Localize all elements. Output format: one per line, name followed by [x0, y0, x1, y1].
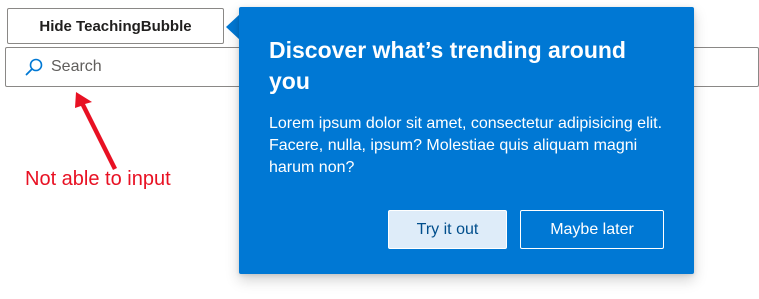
annotation-arrow-icon — [75, 92, 117, 170]
stage: Hide TeachingBubble Not able to input Di… — [0, 0, 759, 299]
teaching-bubble-beak — [226, 14, 240, 40]
maybe-later-label: Maybe later — [550, 220, 634, 238]
maybe-later-button[interactable]: Maybe later — [520, 210, 664, 249]
teaching-bubble-body: Lorem ipsum dolor sit amet, consectetur … — [269, 115, 663, 176]
teaching-bubble: Discover what’s trending around you Lore… — [239, 7, 694, 274]
try-it-out-label: Try it out — [416, 220, 479, 238]
hide-teaching-bubble-button[interactable]: Hide TeachingBubble — [7, 8, 224, 44]
annotation-text: Not able to input — [25, 168, 171, 190]
try-it-out-button[interactable]: Try it out — [388, 210, 507, 249]
hide-teaching-bubble-label: Hide TeachingBubble — [39, 17, 192, 35]
teaching-bubble-title: Discover what’s trending around you — [269, 37, 626, 94]
teaching-bubble-actions: Try it out Maybe later — [388, 210, 664, 249]
search-icon — [23, 56, 45, 78]
